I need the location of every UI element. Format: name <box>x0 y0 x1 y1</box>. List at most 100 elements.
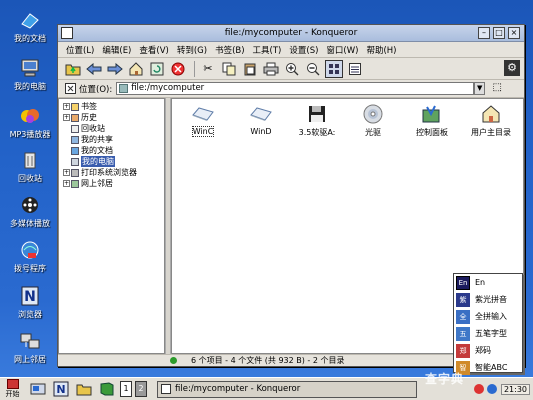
clock[interactable]: 21:30 <box>500 383 530 395</box>
copy-icon[interactable] <box>220 60 238 78</box>
location-value: file:/mycomputer <box>131 83 205 93</box>
desktop-item-media[interactable]: 多媒体播放 <box>0 195 60 229</box>
menu-edit[interactable]: 编辑(E) <box>98 44 135 56</box>
watermark: 查字典 <box>425 372 465 386</box>
print-icon[interactable] <box>262 60 280 78</box>
home-icon[interactable] <box>127 60 145 78</box>
desktop-1-button[interactable]: 1 <box>120 381 132 397</box>
up-folder-icon[interactable] <box>64 60 82 78</box>
documents-icon <box>21 13 39 29</box>
ime-item-ziguang[interactable]: 紫紫光拼音 <box>454 291 522 308</box>
task-konqueror[interactable]: file:/mycomputer - Konqueror <box>157 380 417 398</box>
location-dropdown-button[interactable]: ▼ <box>474 82 486 95</box>
back-icon[interactable] <box>85 60 103 78</box>
file-item-home[interactable]: 用户主目录 <box>464 103 518 138</box>
desktop-item-mp3[interactable]: MP3播放器 <box>0 106 60 140</box>
ime-item-label: 紫光拼音 <box>475 295 507 304</box>
tree-expander[interactable]: + <box>63 169 70 176</box>
file-item-control-panel[interactable]: 控制面板 <box>405 103 459 138</box>
paste-icon[interactable] <box>241 60 259 78</box>
maximize-button[interactable]: □ <box>493 27 505 39</box>
ime-item-zhengma[interactable]: 郑郑码 <box>454 342 522 359</box>
ime-item-wubi[interactable]: 五五笔字型 <box>454 325 522 342</box>
tree-item-network[interactable]: + 网上邻居 <box>63 178 164 189</box>
file-item-winc[interactable]: WinC <box>176 103 230 137</box>
menu-window[interactable]: 窗口(W) <box>322 44 362 56</box>
wubi-icon: 五 <box>456 326 470 341</box>
desktop-item-network[interactable]: 网上邻居 <box>0 331 60 365</box>
file-item-label: 3.5软驱A: <box>298 128 336 137</box>
stop-icon[interactable] <box>169 60 187 78</box>
start-button[interactable]: 开始 <box>0 379 25 400</box>
file-item-wind[interactable]: WinD <box>234 103 288 136</box>
konqueror-gear-icon[interactable]: ⚙ <box>504 60 520 76</box>
dialer-icon <box>21 241 39 259</box>
desktop-item-label: 回收站 <box>18 174 42 183</box>
menu-location[interactable]: 位置(L) <box>62 44 98 56</box>
go-icon[interactable]: ⬚ <box>490 82 504 95</box>
minimize-button[interactable]: – <box>478 27 490 39</box>
clear-location-icon[interactable] <box>64 83 76 95</box>
start-label: 开始 <box>5 390 20 398</box>
tree-item-bookmarks[interactable]: + 书签 <box>63 101 164 112</box>
tree-item-label: 回收站 <box>81 124 105 133</box>
browser-n-icon[interactable]: N <box>51 379 71 399</box>
tree-item-label: 我的电脑 <box>81 156 115 167</box>
printer-icon <box>71 168 79 177</box>
menu-bar: 位置(L) 编辑(E) 查看(V) 转到(G) 书签(B) 工具(T) 设置(S… <box>58 42 524 58</box>
tree-item-mycomputer[interactable]: 我的电脑 <box>63 156 164 167</box>
network-icon <box>71 179 79 188</box>
drive-icon <box>250 107 272 121</box>
tree-item-print-browser[interactable]: + 打印系统浏览器 <box>63 167 164 178</box>
location-input[interactable]: file:/mycomputer <box>116 82 475 95</box>
menu-bookmarks[interactable]: 书签(B) <box>211 44 248 56</box>
desktop-item-computer[interactable]: 我的电脑 <box>0 58 60 92</box>
tree-item-label: 历史 <box>81 113 97 122</box>
tree-item-trash[interactable]: 回收站 <box>63 123 164 134</box>
desktop-item-documents[interactable]: 我的文档 <box>0 10 60 44</box>
desktop-item-label: 拨号程序 <box>14 264 46 273</box>
desktop-item-dialer[interactable]: 拨号程序 <box>0 240 60 274</box>
desktop-item-trash[interactable]: 回收站 <box>0 150 60 184</box>
zoom-in-icon[interactable] <box>283 60 301 78</box>
tree-expander[interactable]: + <box>63 180 70 187</box>
forward-icon[interactable] <box>106 60 124 78</box>
ime-item-en[interactable]: En En <box>454 274 522 291</box>
book-icon[interactable] <box>97 379 117 399</box>
desktop-2-button[interactable]: 2 <box>135 381 147 397</box>
tree-item-documents[interactable]: 我的文档 <box>63 145 164 156</box>
tray-ime-icon[interactable] <box>486 384 497 394</box>
icon-view-icon[interactable] <box>325 59 343 78</box>
menu-help[interactable]: 帮助(H) <box>362 44 400 56</box>
file-item-floppy[interactable]: 3.5软驱A: <box>290 103 344 138</box>
location-bar: 位置(O): file:/mycomputer ▼ ⬚ <box>58 80 524 98</box>
reload-icon[interactable] <box>148 60 166 78</box>
zoom-out-icon[interactable] <box>304 60 322 78</box>
tree-item-history[interactable]: + 历史 <box>63 112 164 123</box>
menu-settings[interactable]: 设置(S) <box>285 44 322 56</box>
title-bar[interactable]: file:/mycomputer - Konqueror – □ × <box>58 25 524 42</box>
task-label: file:/mycomputer - Konqueror <box>175 384 301 394</box>
tree-item-label: 打印系统浏览器 <box>81 168 137 177</box>
desktop-icons: 我的文档 我的电脑 MP3播放器 回收站 多媒体播放 拨号程序 N 浏览器 网上… <box>0 0 60 375</box>
tree-expander[interactable]: + <box>63 114 70 121</box>
detail-view-icon[interactable] <box>346 60 364 78</box>
ime-item-abc[interactable]: 智智能ABC <box>454 359 522 376</box>
tree-item-shares[interactable]: 我的共享 <box>63 134 164 145</box>
desktop-item-label: 浏览器 <box>18 310 42 319</box>
tree-item-label: 我的共享 <box>81 135 113 144</box>
menu-tools[interactable]: 工具(T) <box>249 44 286 56</box>
tree-expander[interactable]: + <box>63 103 70 110</box>
menu-go[interactable]: 转到(G) <box>173 44 211 56</box>
desktop-item-browser[interactable]: N 浏览器 <box>0 286 60 320</box>
close-button[interactable]: × <box>508 27 520 39</box>
tray-alert-icon[interactable] <box>473 384 484 394</box>
menu-view[interactable]: 查看(V) <box>135 44 172 56</box>
file-item-cdrom[interactable]: 光驱 <box>346 103 400 138</box>
ime-item-quanpin[interactable]: 全全拼输入 <box>454 308 522 325</box>
folder-icon[interactable] <box>74 379 94 399</box>
cut-icon[interactable]: ✂ <box>199 60 217 78</box>
file-item-label: 控制面板 <box>416 128 448 137</box>
show-desktop-icon[interactable] <box>28 379 48 399</box>
konqueror-app-icon <box>161 384 171 394</box>
